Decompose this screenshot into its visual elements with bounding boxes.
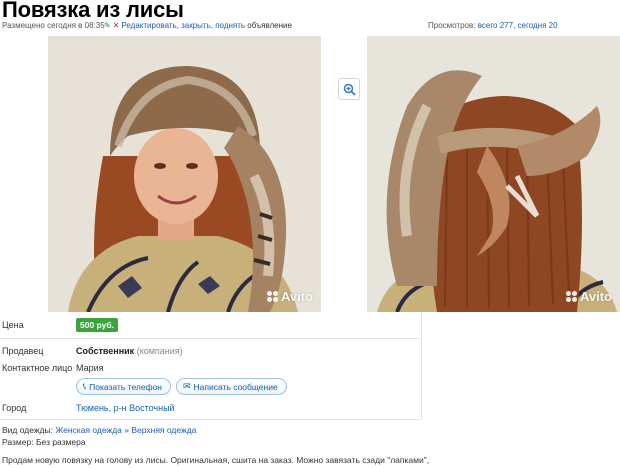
watermark-text-2: Avito bbox=[579, 289, 612, 304]
city-label: Город bbox=[2, 403, 27, 413]
category-link[interactable]: Женская одежда » Верхняя одежда bbox=[55, 425, 196, 435]
photo-back[interactable]: Avito bbox=[367, 36, 620, 312]
zoom-button[interactable] bbox=[338, 78, 360, 100]
views-counter: Просмотров: всего 277, сегодня 20 bbox=[428, 21, 558, 30]
magnifier-plus-icon bbox=[343, 83, 356, 96]
photo-back-image bbox=[367, 36, 620, 312]
city-value-wrap: Тюмень, р-н Восточный bbox=[76, 403, 175, 413]
contact-row: Контактное лицо Мария bbox=[0, 363, 420, 375]
avito-logo-icon bbox=[266, 291, 278, 302]
price-badge: 500 руб. bbox=[76, 318, 118, 332]
size-line: Размер: Без размера bbox=[2, 437, 86, 447]
phone-icon: 📞︎ bbox=[83, 381, 87, 391]
seller-name: Собственник bbox=[76, 346, 135, 356]
city-row: Город Тюмень, р-н Восточный bbox=[0, 403, 420, 415]
seller-kind: (компания) bbox=[136, 346, 183, 356]
details-divider bbox=[421, 312, 422, 420]
avito-watermark: Avito bbox=[266, 289, 313, 304]
edit-controls: ✎ ✕ Редактировать, закрыть, поднять объявл… bbox=[104, 21, 292, 30]
size-value: Без размера bbox=[35, 437, 86, 447]
size-label: Размер: bbox=[2, 437, 34, 447]
contact-value: Мария bbox=[76, 363, 104, 373]
row-separator bbox=[0, 338, 420, 339]
seller-row: Продавец Собственник (компания) bbox=[0, 346, 420, 358]
avito-logo-icon-2 bbox=[565, 291, 577, 302]
photo-gallery: Avito Avito bbox=[0, 36, 620, 312]
watermark-text: Avito bbox=[280, 289, 313, 304]
photo-front-image bbox=[48, 36, 321, 312]
page-title: Повязка из лисы bbox=[2, 0, 184, 22]
listing-meta: Размещено сегодня в 08:35 ✎ ✕ Редактироват… bbox=[0, 21, 620, 33]
message-icon: ✉︎ bbox=[183, 381, 191, 391]
photo-front[interactable]: Avito bbox=[48, 36, 321, 312]
seller-label: Продавец bbox=[2, 346, 44, 356]
show-phone-label: Показать телефон bbox=[89, 381, 162, 392]
contact-label: Контактное лицо bbox=[2, 363, 73, 373]
category-line: Вид одежды: Женская одежда » Верхняя оде… bbox=[2, 425, 196, 435]
show-phone-button[interactable]: 📞︎ Показать телефон bbox=[76, 378, 171, 395]
views-link[interactable]: всего 277, сегодня 20 bbox=[478, 21, 558, 30]
price-value-wrap: 500 руб. bbox=[76, 318, 118, 332]
price-row: Цена 500 руб. bbox=[0, 318, 420, 334]
city-link[interactable]: Тюмень, р-н Восточный bbox=[76, 403, 175, 413]
write-message-button[interactable]: ✉︎ Написать сообщение bbox=[176, 378, 287, 395]
edit-suffix: объявление bbox=[247, 21, 292, 30]
pencil-icon: ✎ bbox=[104, 21, 111, 30]
seller-value: Собственник (компания) bbox=[76, 346, 183, 356]
price-label: Цена bbox=[2, 320, 24, 330]
avito-watermark-2: Avito bbox=[565, 289, 612, 304]
row-separator-2 bbox=[0, 419, 420, 420]
write-message-label: Написать сообщение bbox=[193, 381, 278, 392]
views-label: Просмотров: bbox=[428, 21, 476, 30]
close-x-icon: ✕ bbox=[112, 21, 120, 30]
posted-time: Размещено сегодня в 08:35 bbox=[2, 21, 105, 30]
description-text: Продам новую повязку на голову из лисы. … bbox=[2, 455, 430, 465]
category-label: Вид одежды: bbox=[2, 425, 53, 435]
edit-listing-link[interactable]: Редактировать, закрыть, поднять bbox=[121, 21, 245, 30]
